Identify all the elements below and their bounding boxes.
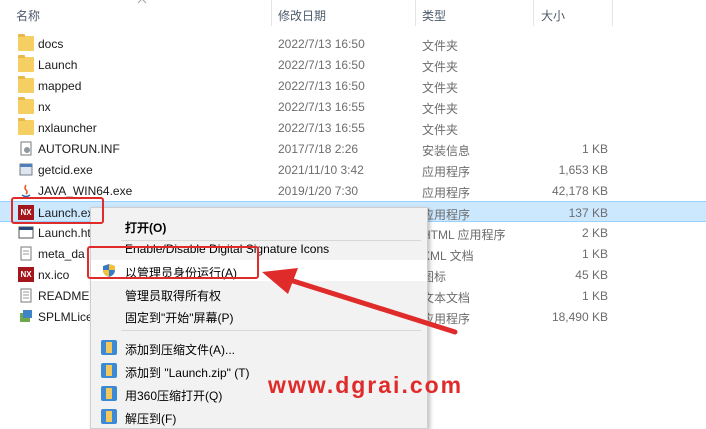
file-size: 18,490 KB xyxy=(551,310,608,324)
text-file-icon xyxy=(18,288,34,303)
file-size: 42,178 KB xyxy=(551,184,608,198)
archive-icon xyxy=(101,386,117,401)
file-date: 2021/11/10 3:42 xyxy=(278,163,364,177)
column-divider[interactable] xyxy=(415,0,416,26)
file-size: 137 KB xyxy=(568,206,608,220)
column-type[interactable]: 类型 xyxy=(422,7,446,24)
column-divider[interactable] xyxy=(533,0,534,26)
file-size: 1,653 KB xyxy=(558,163,608,177)
menu-item-add-to-archive[interactable]: 添加到压缩文件(A)... xyxy=(91,337,427,358)
file-row[interactable]: docs 2022/7/13 16:50 文件夹 xyxy=(0,33,706,54)
file-size: 45 KB xyxy=(575,268,608,282)
menu-item-label: 打开(O) xyxy=(125,221,167,235)
file-name: nxlauncher xyxy=(38,121,97,135)
file-name: nx.ico xyxy=(38,268,70,282)
file-type: HTML 应用程序 xyxy=(422,228,506,242)
folder-icon xyxy=(18,34,34,51)
file-row[interactable]: nx 2022/7/13 16:55 文件夹 xyxy=(0,96,706,117)
column-header: 名称 修改日期 类型 大小 xyxy=(0,0,706,26)
file-name: mapped xyxy=(38,79,82,93)
menu-item-label: 管理员取得所有权 xyxy=(125,289,222,303)
column-divider[interactable] xyxy=(612,0,613,26)
folder-icon xyxy=(18,97,34,114)
file-row[interactable]: mapped 2022/7/13 16:50 文件夹 xyxy=(0,75,706,96)
java-icon xyxy=(18,183,34,198)
file-type: 文件夹 xyxy=(422,39,459,53)
folder-icon xyxy=(18,76,34,93)
file-size: 1 KB xyxy=(581,142,608,156)
file-name: nx xyxy=(38,100,51,114)
file-size: 2 KB xyxy=(581,226,608,240)
file-size: 1 KB xyxy=(581,289,608,303)
installer-icon xyxy=(18,309,34,324)
menu-item-label: 用360压缩打开(Q) xyxy=(125,389,223,403)
file-date: 2017/7/18 2:26 xyxy=(278,142,359,156)
archive-icon xyxy=(101,409,117,424)
file-name: Launch.htr xyxy=(38,226,95,240)
column-date[interactable]: 修改日期 xyxy=(278,7,326,24)
file-name: docs xyxy=(38,37,64,51)
file-date: 2022/7/13 16:50 xyxy=(278,37,365,51)
archive-icon xyxy=(101,340,117,355)
archive-icon xyxy=(101,363,117,378)
file-size: 1 KB xyxy=(581,247,608,261)
file-name: README xyxy=(38,289,90,303)
file-type: 文件夹 xyxy=(422,102,459,116)
file-type: 安装信息 xyxy=(422,144,471,158)
file-type: 应用程序 xyxy=(422,165,471,179)
file-date: 2022/7/13 16:55 xyxy=(278,121,365,135)
file-type: 应用程序 xyxy=(422,186,471,200)
file-type: 文件夹 xyxy=(422,60,459,74)
folder-icon xyxy=(18,55,34,72)
file-name: getcid.exe xyxy=(38,163,93,177)
menu-item-label: 解压到(F) xyxy=(125,412,177,426)
file-date: 2022/7/13 16:50 xyxy=(278,79,365,93)
file-row[interactable]: AUTORUN.INF 2017/7/18 2:26 安装信息 1 KB xyxy=(0,138,706,159)
menu-item-extract-to[interactable]: 解压到(F) xyxy=(91,406,427,427)
file-type: 应用程序 xyxy=(422,208,471,222)
file-row[interactable]: getcid.exe 2021/11/10 3:42 应用程序 1,653 KB xyxy=(0,159,706,180)
annotation-arrow-icon xyxy=(262,268,458,335)
file-date: 2022/7/13 16:50 xyxy=(278,58,365,72)
annotation-box-launch-exe xyxy=(11,197,104,224)
file-name: Launch xyxy=(38,58,78,72)
watermark: www.dgrai.com xyxy=(268,372,464,398)
file-date: 2022/7/13 16:55 xyxy=(278,100,365,114)
file-row[interactable]: Launch 2022/7/13 16:50 文件夹 xyxy=(0,54,706,75)
menu-item-label: 添加到 "Launch.zip" (T) xyxy=(125,366,250,380)
file-row[interactable]: nxlauncher 2022/7/13 16:55 文件夹 xyxy=(0,117,706,138)
folder-icon xyxy=(18,118,34,135)
file-name: JAVA_WIN64.exe xyxy=(38,184,133,198)
inf-file-icon xyxy=(18,141,34,156)
file-name: AUTORUN.INF xyxy=(38,142,120,156)
file-name: SPLMLice xyxy=(38,310,93,324)
column-size[interactable]: 大小 xyxy=(541,7,565,24)
menu-item-label: 固定到"开始"屏幕(P) xyxy=(125,311,234,325)
file-name: meta_da xyxy=(38,247,85,261)
file-date: 2019/1/20 7:30 xyxy=(278,184,359,198)
exe-icon xyxy=(18,162,34,177)
column-name[interactable]: 名称 xyxy=(16,7,40,24)
column-divider[interactable] xyxy=(271,0,272,26)
hta-icon xyxy=(18,225,34,240)
file-type: 文件夹 xyxy=(422,81,459,95)
menu-item-open[interactable]: 打开(O) xyxy=(91,215,427,236)
file-type: 文件夹 xyxy=(422,123,459,137)
sort-ascending-icon xyxy=(137,0,147,4)
file-row[interactable]: JAVA_WIN64.exe 2019/1/20 7:30 应用程序 42,17… xyxy=(0,180,706,201)
menu-item-label: 添加到压缩文件(A)... xyxy=(125,343,235,357)
xml-icon xyxy=(18,246,34,261)
annotation-box-run-as-admin xyxy=(87,246,259,279)
nx-app-icon: NX xyxy=(18,267,34,282)
